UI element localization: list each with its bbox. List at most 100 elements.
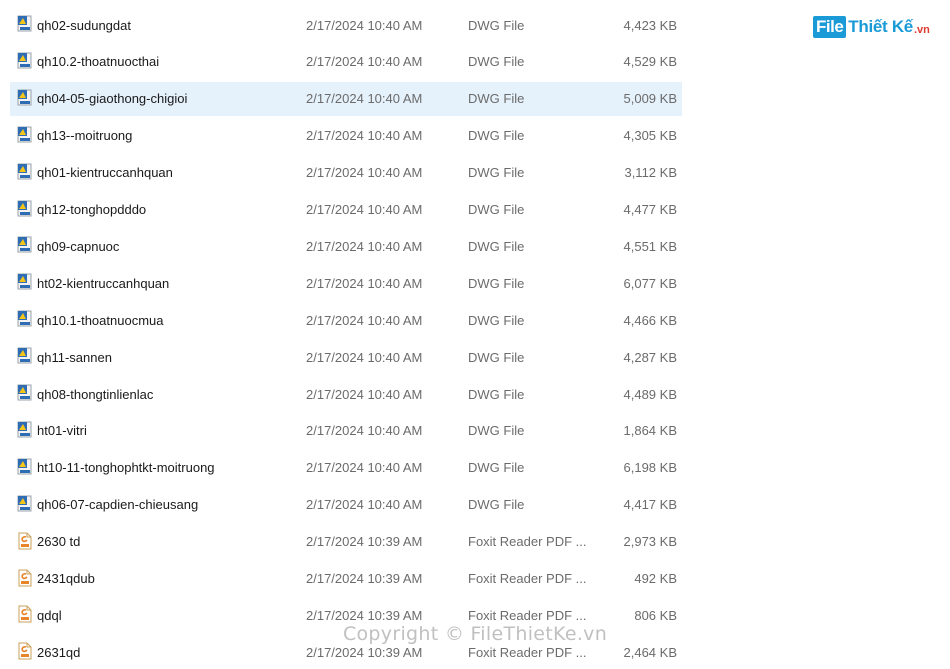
file-type: Foxit Reader PDF ...	[468, 534, 587, 550]
file-size: 4,305 KB	[623, 128, 678, 144]
logo-text: Thiết Kế	[848, 17, 913, 36]
file-row[interactable]: qh13--moitruong 2/17/2024 10:40 AM DWG Fil…	[10, 119, 682, 153]
file-date-modified: 2/17/2024 10:40 AM	[306, 238, 423, 254]
file-name: qh02-sudungdat	[37, 17, 131, 33]
copyright-watermark: Copyright © FileThietKe.vn	[342, 623, 608, 645]
file-size: 4,466 KB	[623, 312, 678, 328]
file-row[interactable]: qh09-capnuoc 2/17/2024 10:40 AM DWG File 4,…	[10, 229, 682, 263]
file-date-modified: 2/17/2024 10:40 AM	[306, 460, 423, 476]
file-name: qh09-capnuoc	[37, 238, 120, 254]
file-row[interactable]: qh04-05-giaothong-chigioi 2/17/2024 10:40…	[10, 81, 682, 116]
logo-box-text: File	[813, 16, 847, 38]
file-row[interactable]: qh11-sannen 2/17/2024 10:40 AM DWG File 4,2…	[10, 340, 682, 374]
file-name: qh10.1-thoatnuocmua	[37, 312, 164, 328]
file-type: Foxit Reader PDF ...	[468, 644, 587, 660]
file-size: 492 KB	[634, 571, 677, 586]
file-name: ht10-11-tonghophtkt-moitruong	[37, 460, 215, 476]
file-size: 4,489 KB	[623, 386, 678, 402]
file-date-modified: 2/17/2024 10:40 AM	[306, 91, 423, 107]
file-row[interactable]: ht02-kientruccanhquan 2/17/2024 10:40 AM D…	[10, 266, 682, 300]
file-date-modified: 2/17/2024 10:40 AM	[306, 312, 423, 328]
file-size: 5,009 KB	[623, 91, 678, 107]
file-size: 4,551 KB	[623, 238, 678, 254]
dwg-file-icon	[17, 495, 33, 513]
file-size: 4,477 KB	[623, 202, 678, 217]
file-size: 4,423 KB	[623, 17, 678, 33]
file-type: DWG File	[468, 202, 525, 217]
file-type: DWG File	[468, 17, 525, 33]
file-type: Foxit Reader PDF ...	[468, 571, 587, 586]
file-date-modified: 2/17/2024 10:40 AM	[306, 165, 423, 181]
file-type: DWG File	[468, 386, 525, 402]
file-row[interactable]: qh08-thongtinlienlac 2/17/2024 10:40 AM DW…	[10, 377, 682, 411]
dwg-file-icon	[17, 200, 33, 218]
dwg-file-icon	[17, 310, 33, 328]
file-type: DWG File	[468, 128, 525, 144]
file-name: qh01-kientruccanhquan	[37, 165, 173, 181]
file-type: DWG File	[468, 238, 525, 254]
file-row[interactable]: qh02-sudungdat 2/17/2024 10:40 AM DWG File…	[10, 8, 682, 42]
file-size: 2,464 KB	[623, 644, 678, 660]
file-date-modified: 2/17/2024 10:39 AM	[306, 571, 423, 586]
pdf-file-icon	[17, 569, 33, 587]
logo-suffix: .vn	[913, 24, 930, 36]
file-row[interactable]: qh10.1-thoatnuocmua 2/17/2024 10:40 AM DWG…	[10, 303, 682, 337]
file-size: 2,973 KB	[623, 534, 678, 550]
file-size: 4,287 KB	[623, 349, 678, 365]
dwg-file-icon	[17, 89, 33, 107]
file-date-modified: 2/17/2024 10:40 AM	[306, 423, 423, 439]
file-date-modified: 2/17/2024 10:40 AM	[306, 349, 423, 365]
file-name: ht02-kientruccanhquan	[37, 275, 170, 291]
file-row[interactable]: qh12-tonghopdddo 2/17/2024 10:40 AM DWG Fi…	[10, 193, 682, 227]
file-name: ht01-vitri	[37, 423, 87, 439]
dwg-file-icon	[17, 384, 33, 402]
file-name: qh06-07-capdien-chieusang	[37, 497, 199, 513]
dwg-file-icon	[17, 347, 33, 365]
file-row[interactable]: qh06-07-capdien-chieusang 2/17/2024 10:40…	[10, 488, 682, 522]
dwg-file-icon	[17, 126, 33, 144]
file-name: qh13--moitruong	[37, 128, 133, 144]
dwg-file-icon	[17, 163, 33, 181]
file-name: qdql	[37, 607, 62, 623]
dwg-file-icon	[17, 458, 33, 476]
file-type: DWG File	[468, 312, 525, 328]
file-row[interactable]: ht10-11-tonghophtkt-moitruong 2/17/2024 1…	[10, 451, 682, 485]
file-date-modified: 2/17/2024 10:40 AM	[306, 202, 423, 217]
pdf-file-icon	[17, 605, 33, 623]
file-type: DWG File	[468, 460, 525, 476]
file-date-modified: 2/17/2024 10:40 AM	[306, 54, 423, 70]
file-type: DWG File	[468, 275, 525, 291]
file-name: qh10.2-thoatnuocthai	[37, 54, 160, 70]
dwg-file-icon	[17, 421, 33, 439]
file-date-modified: 2/17/2024 10:39 AM	[306, 534, 423, 550]
file-row[interactable]: qh01-kientruccanhquan 2/17/2024 10:40 AM D…	[10, 156, 682, 190]
file-type: DWG File	[468, 423, 525, 439]
file-size: 1,864 KB	[623, 423, 678, 439]
file-date-modified: 2/17/2024 10:40 AM	[306, 128, 423, 144]
file-type: DWG File	[468, 497, 525, 513]
file-size: 3,112 KB	[624, 165, 677, 181]
file-size: 6,077 KB	[623, 275, 678, 291]
file-size: 4,529 KB	[623, 54, 678, 70]
file-name: qh08-thongtinlienlac	[37, 386, 154, 402]
file-size: 6,198 KB	[623, 460, 678, 476]
dwg-file-icon	[17, 273, 33, 291]
file-type: DWG File	[468, 54, 525, 70]
site-logo: File Thiết Kế .vn	[813, 14, 930, 40]
file-date-modified: 2/17/2024 10:39 AM	[306, 644, 423, 660]
file-row[interactable]: qh10.2-thoatnuocthai 2/17/2024 10:40 AM DW…	[10, 45, 682, 79]
file-type: DWG File	[468, 91, 525, 107]
dwg-file-icon	[17, 236, 33, 254]
file-row[interactable]: 2431qdub 2/17/2024 10:39 AM Foxit Reader P…	[10, 562, 682, 596]
file-name: 2630 td	[37, 534, 81, 550]
file-name: qh11-sannen	[37, 349, 112, 365]
file-type: DWG File	[468, 165, 525, 181]
file-row[interactable]: ht01-vitri 2/17/2024 10:40 AM DWG File 1,86…	[10, 414, 682, 448]
file-size: 806 KB	[634, 607, 677, 623]
file-row[interactable]: 2630 td 2/17/2024 10:39 AM Foxit Reader PD…	[10, 525, 682, 559]
file-name: qh04-05-giaothong-chigioi	[37, 91, 188, 107]
file-date-modified: 2/17/2024 10:40 AM	[306, 275, 423, 291]
file-date-modified: 2/17/2024 10:40 AM	[306, 386, 423, 402]
file-size: 4,417 KB	[623, 497, 678, 513]
dwg-file-icon	[17, 15, 33, 33]
